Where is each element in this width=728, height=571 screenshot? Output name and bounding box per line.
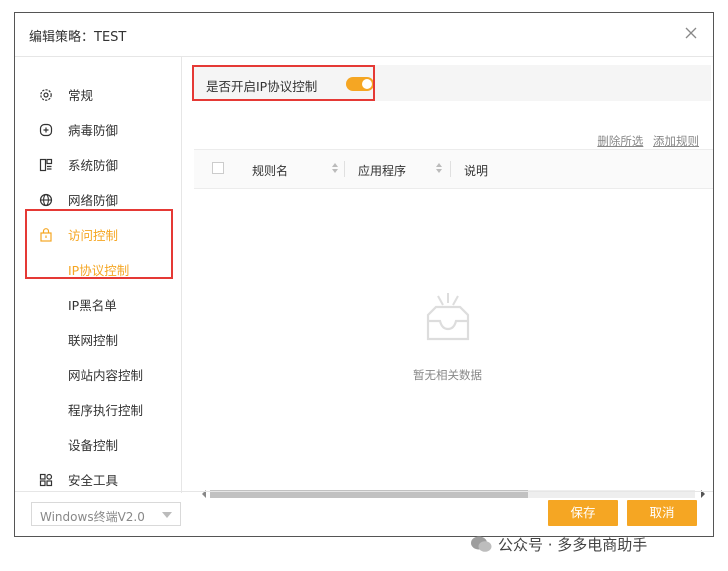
sidebar-item-label: 设备控制 (68, 438, 119, 453)
save-button[interactable]: 保存 (548, 500, 618, 526)
sidebar-item-label: 联网控制 (68, 333, 119, 348)
watermark: 公众号 · 多多电商助手 (470, 533, 647, 555)
sidebar: 常规 病毒防御 系统防御 网络防御 访问控制 IP协议控制 IP黑名单 联网控制… (15, 57, 182, 493)
sort-icon[interactable] (331, 161, 339, 175)
lock-icon (40, 227, 52, 242)
sidebar-item-label: 病毒防御 (68, 123, 119, 138)
plus-circle-icon (39, 123, 53, 136)
grid-icon (39, 473, 53, 486)
dialog-title: 编辑策略：TEST (29, 30, 127, 45)
sidebar-item-ip-blacklist[interactable]: IP黑名单 (15, 287, 181, 322)
sort-icon[interactable] (435, 161, 443, 175)
sidebar-item-label: 访问控制 (68, 228, 119, 243)
sidebar-item-label: 安全工具 (68, 473, 119, 488)
sidebar-item-label: 网络防御 (68, 193, 119, 208)
column-header-application: 应用程序 (358, 164, 407, 178)
toggle-knob (362, 79, 372, 89)
chevron-down-icon (162, 512, 172, 518)
title-bar: 编辑策略：TEST (15, 13, 713, 57)
version-select[interactable]: Windows终端V2.0 (31, 502, 181, 526)
ip-control-toggle-bar: 是否开启IP协议控制 (194, 65, 711, 101)
add-rule-link[interactable]: 添加规则 (653, 134, 699, 148)
sidebar-item-access-control[interactable]: 访问控制 (15, 217, 181, 252)
dialog-footer: Windows终端V2.0 保存 取消 (15, 491, 713, 536)
sidebar-item-label: 程序执行控制 (68, 403, 144, 418)
sidebar-item-general[interactable]: 常规 (15, 77, 181, 112)
sidebar-item-system[interactable]: 系统防御 (15, 147, 181, 182)
ip-control-toggle[interactable] (346, 77, 374, 91)
column-header-rule-name: 规则名 (252, 164, 289, 178)
sidebar-item-label: 常规 (68, 88, 94, 103)
system-icon (39, 158, 53, 171)
version-select-value: Windows终端V2.0 (40, 510, 145, 524)
gear-icon (40, 88, 52, 101)
column-header-description: 说明 (464, 164, 489, 178)
main-content: 是否开启IP协议控制 删除所选 添加规则 规则名 应用程序 说明 暂无相关数据 (182, 57, 713, 498)
sidebar-item-internet-control[interactable]: 联网控制 (15, 322, 181, 357)
sidebar-item-virus[interactable]: 病毒防御 (15, 112, 181, 147)
sidebar-item-ip-protocol[interactable]: IP协议控制 (15, 252, 181, 287)
sidebar-item-program-control[interactable]: 程序执行控制 (15, 392, 181, 427)
delete-selected-link[interactable]: 删除所选 (597, 134, 643, 148)
cancel-button[interactable]: 取消 (627, 500, 697, 526)
toggle-label: 是否开启IP协议控制 (206, 79, 318, 94)
empty-state-text: 暂无相关数据 (413, 368, 482, 382)
sidebar-item-label: 网站内容控制 (68, 368, 144, 383)
sidebar-item-network[interactable]: 网络防御 (15, 182, 181, 217)
sidebar-item-label: IP协议控制 (68, 263, 130, 278)
edit-policy-dialog: 编辑策略：TEST 常规 病毒防御 系统防御 网络防御 访问控制 IP协议控制 … (14, 12, 714, 537)
table-header: 规则名 应用程序 说明 (194, 149, 713, 189)
select-all-checkbox[interactable] (212, 162, 224, 174)
table-actions: 删除所选 添加规则 (591, 133, 699, 149)
watermark-text: 公众号 · 多多电商助手 (498, 535, 648, 554)
globe-icon (39, 193, 53, 206)
sidebar-item-label: IP黑名单 (68, 298, 117, 313)
sidebar-item-website-control[interactable]: 网站内容控制 (15, 357, 181, 392)
close-icon[interactable] (683, 25, 699, 41)
wechat-icon (471, 536, 492, 552)
sidebar-item-device-control[interactable]: 设备控制 (15, 427, 181, 462)
column-divider (344, 161, 345, 177)
sidebar-item-label: 系统防御 (68, 158, 119, 173)
empty-inbox-icon (426, 293, 470, 341)
column-divider (450, 161, 451, 177)
